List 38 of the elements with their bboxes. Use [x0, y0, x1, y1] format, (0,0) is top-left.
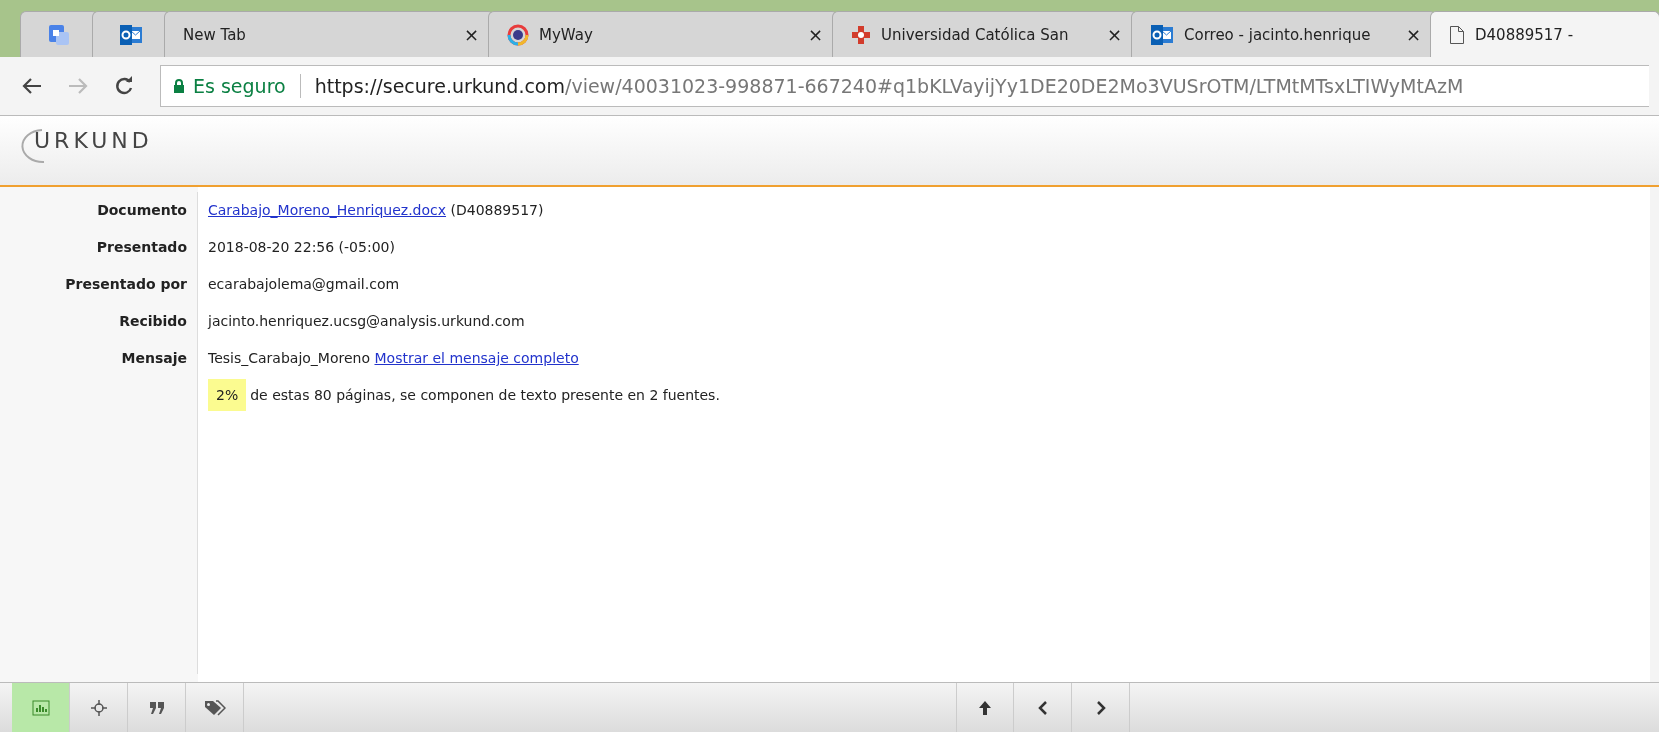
left-chevron-icon — [1037, 699, 1048, 716]
up-arrow-icon — [978, 699, 992, 716]
page-icon — [1449, 24, 1465, 45]
crosshair-icon — [90, 699, 107, 716]
percentage-badge: 2% — [208, 379, 247, 411]
cross-emblem-icon — [851, 24, 871, 45]
field-value: Tesis_Carabajo_Moreno — [208, 350, 371, 366]
tags-icon — [203, 699, 226, 716]
summary-text: de estas 80 páginas, se componen de texto presente en 2 fuentes. — [250, 387, 720, 403]
field-value: 2018-08-20 22:56 (-05:00) — [208, 239, 395, 255]
field-label: Documento — [0, 192, 198, 229]
right-chevron-icon — [1095, 699, 1106, 716]
security-label: Es seguro — [193, 75, 286, 97]
field-label: Mensaje — [0, 340, 198, 377]
field-value: jacinto.henriquez.ucsg@analysis.urkund.com — [208, 313, 525, 329]
close-icon[interactable]: × — [1106, 24, 1122, 45]
mail-app-icon — [119, 23, 143, 46]
close-icon[interactable]: × — [1405, 24, 1421, 45]
chart-icon — [31, 699, 50, 716]
field-label: Presentado — [0, 229, 198, 266]
close-icon[interactable]: × — [807, 24, 823, 45]
translate-icon — [48, 23, 70, 46]
field-label: Presentado por — [0, 266, 198, 303]
browser-tab[interactable]: D40889517 - — [1430, 11, 1659, 57]
close-icon[interactable]: × — [463, 24, 479, 45]
lock-icon — [173, 78, 185, 94]
address-bar[interactable]: Es seguro https://secure.urkund.com/view/40031023-998871-667240#q1bKLVayijYy1DE20DE2Mo3VUSrOTM/LTMtMTsxLTIWyMtAzM — [160, 65, 1649, 107]
colorful-ring-icon — [507, 23, 529, 46]
mail-app-icon — [1150, 23, 1174, 46]
show-message-link[interactable]: Mostrar el mensaje completo — [374, 350, 579, 366]
quote-icon — [148, 700, 165, 715]
field-value: ecarabajolema@gmail.com — [208, 276, 400, 292]
urkund-logo: URKUND — [20, 128, 153, 168]
document-id: (D40889517) — [450, 202, 544, 218]
document-link[interactable]: Carabajo_Moreno_Henriquez.docx — [208, 202, 447, 218]
url-text: https://secure.urkund.com/view/40031023-998871-667240#q1bKLVayijYy1DE20DE2Mo3VUSrOTM/LTMtMTsxLTIWyMtAzM — [314, 75, 1464, 97]
up-button[interactable] — [956, 683, 1014, 732]
field-label: Recibido — [0, 303, 198, 340]
